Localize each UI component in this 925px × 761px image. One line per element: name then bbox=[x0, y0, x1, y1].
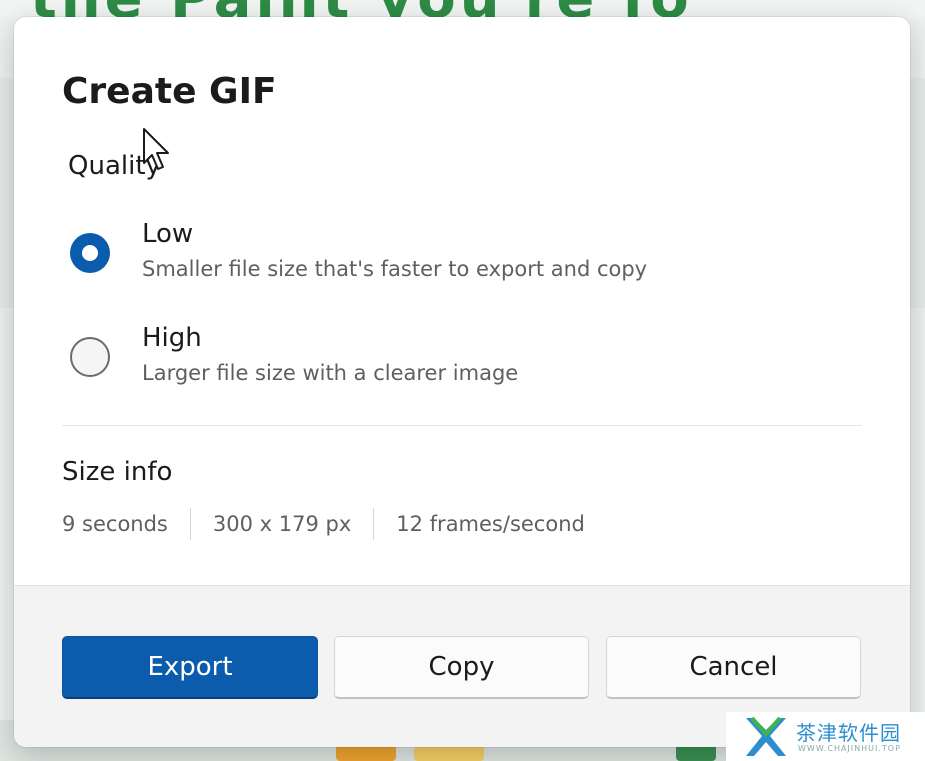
quality-option-low[interactable]: Low Smaller file size that's faster to e… bbox=[68, 215, 848, 295]
size-info-dimensions: 300 x 179 px bbox=[212, 512, 352, 536]
watermark: 茶津软件园 WWW.CHAJINHUI.TOP bbox=[726, 712, 925, 761]
quality-option-high[interactable]: High Larger file size with a clearer ima… bbox=[68, 319, 848, 399]
background-shape bbox=[414, 746, 484, 761]
background-title-strip: the Paint you're fo bbox=[0, 0, 925, 18]
watermark-logo-icon bbox=[746, 716, 786, 756]
quality-option-low-label: Low bbox=[142, 219, 194, 249]
dialog-title: Create GIF bbox=[62, 71, 277, 112]
quality-option-high-label: High bbox=[142, 323, 202, 353]
size-info-heading: Size info bbox=[62, 457, 173, 487]
export-button[interactable]: Export bbox=[62, 636, 318, 699]
size-info-duration: 9 seconds bbox=[62, 512, 168, 536]
size-info-row: 9 seconds 300 x 179 px 12 frames/second bbox=[62, 507, 607, 541]
background-title-text: the Paint you're fo bbox=[30, 0, 693, 18]
size-info-frame-rate: 12 frames/second bbox=[396, 512, 585, 536]
watermark-text: 茶津软件园 bbox=[796, 721, 901, 745]
quality-option-high-description: Larger file size with a clearer image bbox=[142, 361, 519, 385]
radio-button-selected[interactable] bbox=[70, 233, 110, 273]
radio-button-unselected[interactable] bbox=[70, 337, 110, 377]
section-divider bbox=[62, 425, 862, 426]
quality-option-low-description: Smaller file size that's faster to expor… bbox=[142, 257, 648, 281]
mouse-pointer-icon bbox=[143, 128, 169, 170]
watermark-subtext: WWW.CHAJINHUI.TOP bbox=[798, 744, 901, 753]
copy-button[interactable]: Copy bbox=[334, 636, 589, 699]
cancel-button[interactable]: Cancel bbox=[606, 636, 861, 699]
